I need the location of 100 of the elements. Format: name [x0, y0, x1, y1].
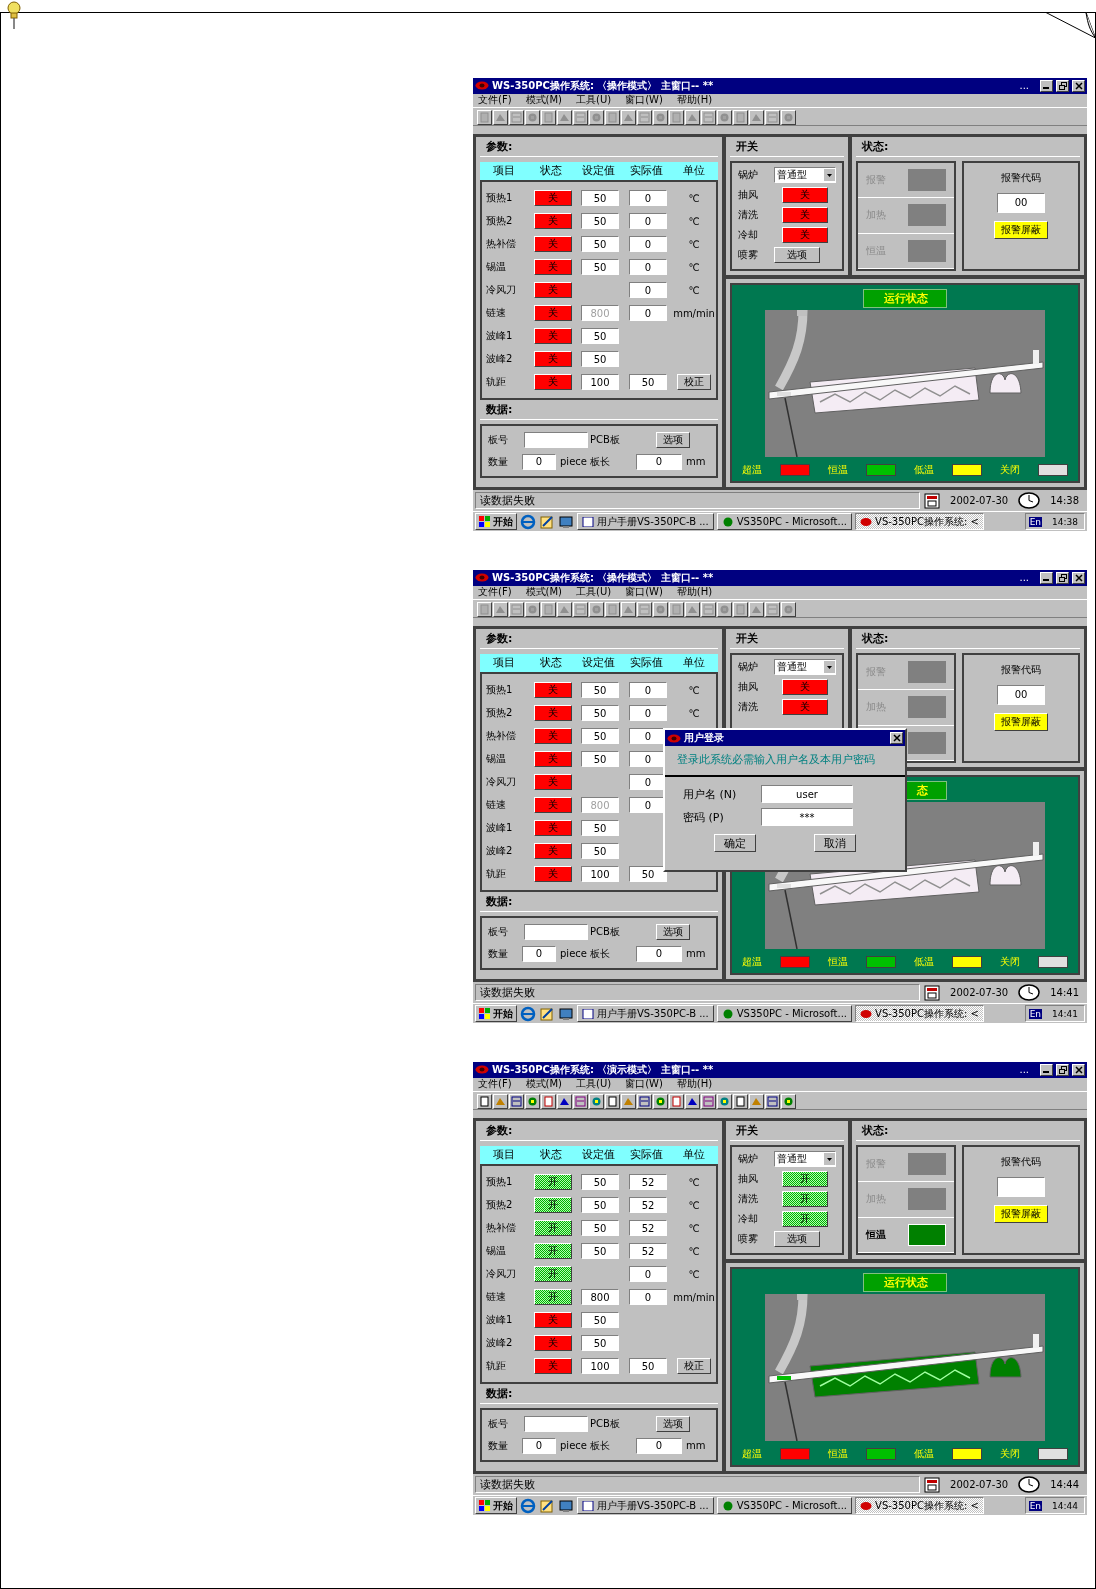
toolbar-button[interactable] [637, 109, 652, 125]
alarm-mask-button[interactable]: 报警屏蔽 [994, 220, 1048, 239]
start-button[interactable]: 开始 [475, 1005, 517, 1022]
options-button[interactable]: 选项 [774, 247, 820, 264]
state-toggle[interactable]: 关 [534, 682, 572, 699]
state-toggle[interactable]: 关 [534, 236, 572, 253]
taskbar-button[interactable]: 用户手册VS-350PC-B ... [577, 1497, 714, 1514]
quantity-field[interactable]: 0 [522, 945, 556, 962]
state-toggle[interactable]: 关 [534, 305, 572, 322]
toolbar-button[interactable] [701, 109, 716, 125]
close-button[interactable] [890, 732, 903, 744]
state-toggle[interactable]: 开 [782, 1211, 828, 1228]
state-toggle[interactable]: 关 [534, 351, 572, 368]
toolbar-button[interactable] [781, 1093, 796, 1109]
toolbar-button[interactable] [717, 109, 732, 125]
state-toggle[interactable]: 开 [534, 1197, 572, 1214]
state-toggle[interactable]: 关 [534, 328, 572, 345]
boiler-dropdown[interactable]: 普通型 [774, 167, 836, 184]
close-button[interactable] [1072, 1063, 1085, 1076]
state-toggle[interactable]: 关 [534, 1358, 572, 1375]
state-toggle[interactable]: 关 [534, 843, 572, 860]
state-toggle[interactable]: 关 [534, 213, 572, 230]
toolbar-button[interactable] [477, 109, 492, 125]
menu-item[interactable]: 文件(F) [478, 1077, 512, 1092]
menu-item[interactable]: 工具(U) [576, 585, 612, 600]
toolbar-button[interactable] [765, 109, 780, 125]
browser-icon[interactable] [520, 1497, 536, 1514]
browser-icon[interactable] [520, 513, 536, 530]
state-toggle[interactable]: 开 [782, 1171, 828, 1188]
toolbar-button[interactable] [669, 601, 684, 617]
toolbar-button[interactable] [573, 601, 588, 617]
toolbar-button[interactable] [493, 109, 508, 125]
toolbar-button[interactable] [493, 601, 508, 617]
toolbar-button[interactable] [685, 601, 700, 617]
menu-item[interactable]: 工具(U) [576, 1077, 612, 1092]
desktop-icon[interactable] [558, 513, 574, 530]
toolbar-button[interactable] [605, 601, 620, 617]
state-toggle[interactable]: 关 [534, 751, 572, 768]
taskbar-button[interactable]: 用户手册VS-350PC-B ... [577, 1005, 714, 1022]
pencil-icon[interactable] [539, 513, 555, 530]
language-indicator[interactable]: En [1028, 1500, 1043, 1511]
toolbar-button[interactable] [765, 1093, 780, 1109]
setpoint-field[interactable]: 50 [581, 236, 619, 253]
setpoint-field[interactable]: 800 [581, 1289, 619, 1306]
toolbar-button[interactable] [477, 1093, 492, 1109]
restore-button[interactable] [1056, 1063, 1069, 1076]
toolbar-button[interactable] [621, 601, 636, 617]
toolbar-button[interactable] [557, 109, 572, 125]
toolbar-button[interactable] [653, 601, 668, 617]
menu-item[interactable]: 文件(F) [478, 585, 512, 600]
close-button[interactable] [1072, 571, 1085, 584]
desktop-icon[interactable] [558, 1497, 574, 1514]
start-button[interactable]: 开始 [475, 1497, 517, 1514]
state-toggle[interactable]: 关 [534, 1312, 572, 1329]
state-toggle[interactable]: 关 [534, 797, 572, 814]
setpoint-field[interactable]: 50 [581, 1197, 619, 1214]
setpoint-field[interactable]: 50 [581, 705, 619, 722]
setpoint-field[interactable]: 50 [581, 1174, 619, 1191]
toolbar-button[interactable] [669, 1093, 684, 1109]
options-button[interactable]: 选项 [656, 431, 690, 448]
menu-item[interactable]: 工具(U) [576, 93, 612, 108]
setpoint-field[interactable]: 100 [581, 866, 619, 883]
length-field[interactable]: 0 [636, 1437, 682, 1454]
toolbar-button[interactable] [637, 601, 652, 617]
setpoint-field[interactable]: 100 [581, 374, 619, 391]
toolbar-button[interactable] [653, 1093, 668, 1109]
boiler-dropdown[interactable]: 普通型 [774, 1151, 836, 1168]
state-toggle[interactable]: 开 [782, 1191, 828, 1208]
state-toggle[interactable]: 关 [534, 820, 572, 837]
toolbar-button[interactable] [589, 601, 604, 617]
toolbar-button[interactable] [733, 601, 748, 617]
setpoint-field[interactable]: 50 [581, 728, 619, 745]
alarm-mask-button[interactable]: 报警屏蔽 [994, 712, 1048, 731]
state-toggle[interactable]: 关 [782, 207, 828, 224]
state-toggle[interactable]: 关 [782, 187, 828, 204]
toolbar-button[interactable] [557, 601, 572, 617]
length-field[interactable]: 0 [636, 945, 682, 962]
setpoint-field[interactable]: 50 [581, 682, 619, 699]
dialog-button[interactable]: 确定 [714, 834, 756, 852]
toolbar-button[interactable] [541, 1093, 556, 1109]
toolbar-button[interactable] [733, 1093, 748, 1109]
state-toggle[interactable]: 开 [534, 1174, 572, 1191]
alarm-mask-button[interactable]: 报警屏蔽 [994, 1204, 1048, 1223]
state-toggle[interactable]: 开 [534, 1220, 572, 1237]
menu-item[interactable]: 帮助(H) [676, 1077, 713, 1092]
options-button[interactable]: 选项 [656, 923, 690, 940]
setpoint-field[interactable]: 50 [581, 843, 619, 860]
setpoint-field[interactable]: 50 [581, 820, 619, 837]
state-toggle[interactable]: 开 [534, 1243, 572, 1260]
toolbar-button[interactable] [685, 109, 700, 125]
desktop-icon[interactable] [558, 1005, 574, 1022]
toolbar-button[interactable] [717, 1093, 732, 1109]
toolbar-button[interactable] [653, 109, 668, 125]
options-button[interactable]: 选项 [656, 1415, 690, 1432]
state-toggle[interactable]: 关 [534, 282, 572, 299]
setpoint-field[interactable]: 50 [581, 328, 619, 345]
minimize-button[interactable] [1040, 1063, 1053, 1076]
toolbar-button[interactable] [509, 1093, 524, 1109]
quantity-field[interactable]: 0 [522, 1437, 556, 1454]
pencil-icon[interactable] [539, 1497, 555, 1514]
